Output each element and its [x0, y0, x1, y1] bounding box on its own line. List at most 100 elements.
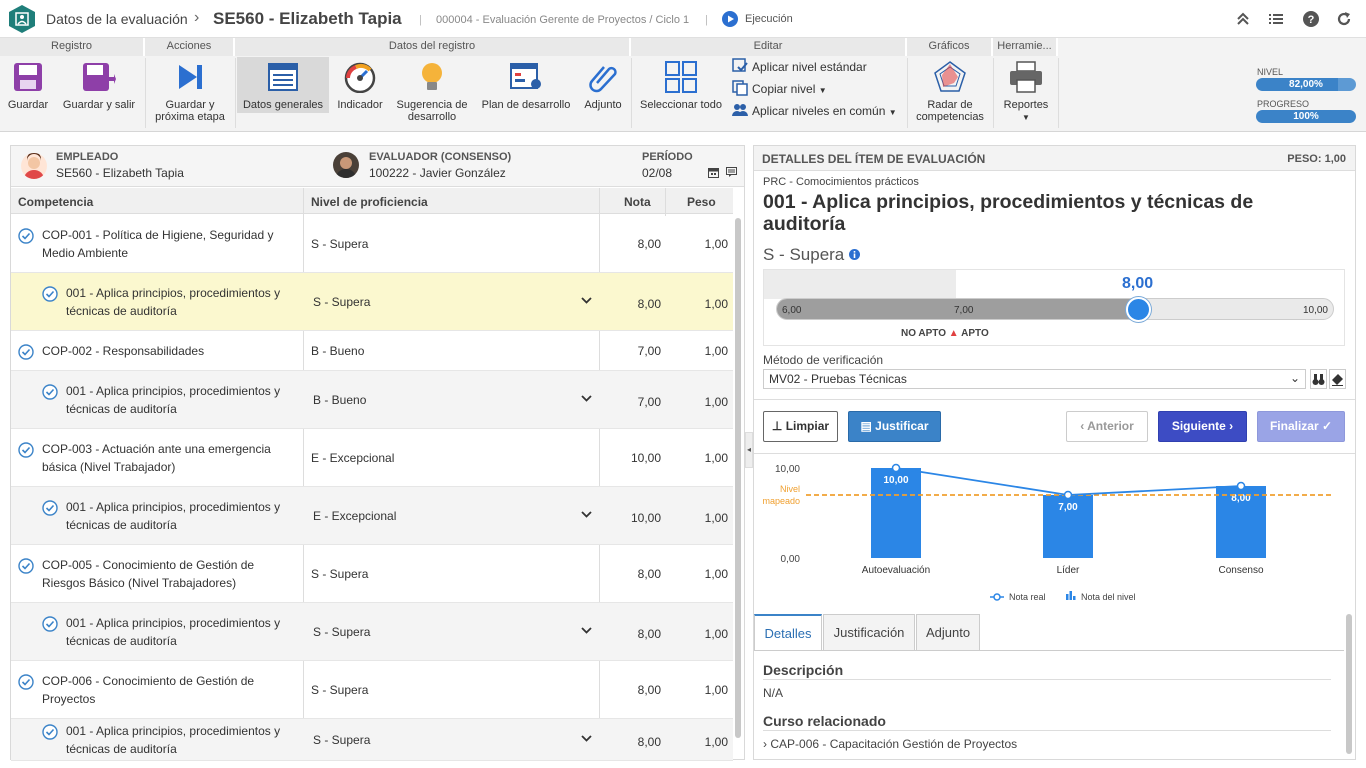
- copy-level-button[interactable]: Copiar nivel ▼: [732, 80, 827, 98]
- score-cell: 8,00: [637, 735, 661, 749]
- reference-line-label: Nivel: [780, 484, 800, 494]
- col-header-peso[interactable]: Peso: [687, 195, 716, 209]
- chevron-down-icon[interactable]: [581, 395, 592, 403]
- binoculars-button[interactable]: [1310, 369, 1327, 389]
- proficiency-level: E - Excepcional: [311, 451, 395, 465]
- weight-cell: 1,00: [704, 297, 728, 311]
- competency-line-1: COP-002 - Responsabilidades: [42, 344, 205, 358]
- save-next-label-2: próxima etapa: [155, 111, 225, 123]
- employee-label: EMPLEADO: [56, 151, 119, 163]
- grid-row-item[interactable]: 001 - Aplica principios, procedimientos …: [11, 371, 733, 429]
- grid-row-competency[interactable]: COP-006 - Conocimiento de Gestión de Proy…: [11, 661, 733, 719]
- attachment-button[interactable]: Adjunto: [580, 58, 626, 111]
- eraser-button[interactable]: [1329, 369, 1346, 389]
- competency-line-1: 001 - Aplica principios, procedimientos …: [66, 384, 281, 398]
- development-plan-button[interactable]: Plan de desarrollo: [478, 58, 574, 111]
- chevron-down-icon[interactable]: [581, 735, 592, 743]
- indicator-button[interactable]: Indicador: [333, 58, 387, 111]
- x-tick-label: Consenso: [1218, 565, 1263, 576]
- grid-scrollbar[interactable]: [735, 218, 741, 738]
- grid-row-item[interactable]: 001 - Aplica principios, procedimientos …: [11, 603, 733, 661]
- chevron-left-icon: ‹: [1080, 419, 1085, 433]
- line-point: [891, 463, 901, 473]
- divider: [145, 58, 146, 128]
- competency-line-1: 001 - Aplica principios, procedimientos …: [66, 616, 281, 630]
- collapse-up-icon[interactable]: [1234, 10, 1252, 28]
- apply-common-levels-button[interactable]: Aplicar niveles en común ▼: [732, 102, 897, 120]
- development-suggestion-button[interactable]: Sugerencia de desarrollo: [392, 58, 472, 123]
- info-icon[interactable]: [849, 249, 860, 260]
- finish-button[interactable]: Finalizar ✓: [1257, 411, 1345, 442]
- col-header-nivel[interactable]: Nivel de proficiencia: [311, 195, 428, 209]
- level-progress-bar: 82,00%: [1256, 78, 1356, 91]
- proficiency-level: B - Bueno: [311, 344, 365, 358]
- tab-adjunto[interactable]: Adjunto: [916, 614, 980, 650]
- grid-header: Competencia Nivel de proficiencia Nota P…: [11, 188, 733, 214]
- clear-button[interactable]: ⊥ Limpiar: [763, 411, 838, 442]
- help-icon[interactable]: ?: [1302, 10, 1320, 28]
- previous-button[interactable]: ‹ Anterior: [1066, 411, 1148, 442]
- grid-row-item[interactable]: 001 - Aplica principios, procedimientos …: [11, 273, 733, 331]
- slider-thumb[interactable]: [1126, 297, 1151, 322]
- line-point: [1236, 481, 1246, 491]
- refresh-icon[interactable]: [1335, 10, 1353, 28]
- select-all-button[interactable]: Seleccionar todo: [637, 58, 725, 111]
- eraser-icon: [1332, 374, 1343, 386]
- chevron-down-icon[interactable]: [581, 297, 592, 305]
- chevron-down-icon[interactable]: [581, 627, 592, 635]
- justify-button[interactable]: ▤ Justificar: [848, 411, 941, 442]
- grid-row-item[interactable]: 001 - Aplica principios, procedimientos …: [11, 487, 733, 545]
- comment-icon[interactable]: [726, 167, 738, 178]
- details-scrollbar[interactable]: [1346, 614, 1352, 754]
- competency-text: COP-005 - Conocimiento de Gestión de Ries…: [42, 556, 254, 592]
- panel-collapse-handle[interactable]: ◂: [745, 432, 753, 468]
- grid-row-item[interactable]: 001 - Aplica principios, procedimientos …: [11, 719, 733, 761]
- method-select[interactable]: MV02 - Pruebas Técnicas ⌄: [763, 369, 1306, 389]
- competency-radar-button[interactable]: Radar de competencias: [910, 58, 990, 123]
- next-button[interactable]: Siguiente ›: [1158, 411, 1247, 442]
- grid-row-competency[interactable]: COP-003 - Actuación ante una emergencia b…: [11, 429, 733, 487]
- legend-bar-swatch: [1069, 591, 1072, 600]
- proficiency-level[interactable]: E - Excepcional: [313, 509, 396, 523]
- proficiency-level: S - Supera: [311, 683, 369, 697]
- chevron-down-icon: ⌄: [1289, 371, 1300, 385]
- competency-text: 001 - Aplica principios, procedimientos …: [66, 284, 280, 320]
- grid-row-competency[interactable]: COP-005 - Conocimiento de Gestión de Ries…: [11, 545, 733, 603]
- competency-line-2: Medio Ambiente: [42, 246, 129, 260]
- select-all-label: Seleccionar todo: [640, 99, 722, 111]
- tab-justificacion[interactable]: Justificación: [823, 614, 915, 650]
- score-cell: 8,00: [637, 627, 661, 641]
- proficiency-level[interactable]: S - Supera: [313, 733, 370, 747]
- grid-row-competency[interactable]: COP-002 - Responsabilidades B - Bueno 7,00…: [11, 331, 733, 371]
- method-value: MV02 - Pruebas Técnicas: [769, 372, 907, 386]
- save-button[interactable]: Guardar: [4, 58, 52, 111]
- competency-text: COP-006 - Conocimiento de Gestión de Proy…: [42, 672, 254, 708]
- check-circle-icon: [42, 500, 58, 516]
- divider: [754, 399, 1355, 400]
- reports-label: Reportes: [1003, 99, 1049, 111]
- svg-text:?: ?: [1308, 14, 1315, 26]
- list-icon[interactable]: [1267, 10, 1285, 28]
- skip-next-icon: [179, 65, 202, 89]
- col-header-nota[interactable]: Nota: [624, 195, 651, 209]
- breadcrumb[interactable]: Datos de la evaluación: [46, 11, 188, 27]
- save-and-exit-button[interactable]: Guardar y salir: [60, 58, 138, 111]
- chevron-right-icon: ›: [1229, 419, 1234, 433]
- reports-button[interactable]: Reportes ▼: [996, 58, 1056, 124]
- proficiency-level[interactable]: S - Supera: [313, 625, 370, 639]
- save-next-stage-button[interactable]: Guardar y próxima etapa: [150, 58, 230, 123]
- item-level: S - Supera: [763, 245, 860, 265]
- check-circle-icon: [18, 228, 34, 244]
- proficiency-level[interactable]: S - Supera: [313, 295, 370, 309]
- calendar-icon[interactable]: [708, 167, 720, 178]
- related-course-item[interactable]: › CAP-006 - Capacitación Gestión de Proy…: [763, 737, 1017, 751]
- col-header-competencia[interactable]: Competencia: [18, 195, 93, 209]
- chevron-down-icon[interactable]: [581, 511, 592, 519]
- general-data-button[interactable]: Datos generales: [237, 57, 329, 113]
- tab-detalles[interactable]: Detalles: [754, 614, 822, 650]
- grid-row-competency[interactable]: COP-001 - Política de Higiene, Seguridad…: [11, 215, 733, 273]
- proficiency-level[interactable]: B - Bueno: [313, 393, 366, 407]
- apply-standard-level-button[interactable]: Aplicar nivel estándar: [732, 58, 867, 76]
- score-cell: 8,00: [637, 683, 661, 697]
- item-title: 001 - Aplica principios, procedimientos …: [763, 191, 1253, 235]
